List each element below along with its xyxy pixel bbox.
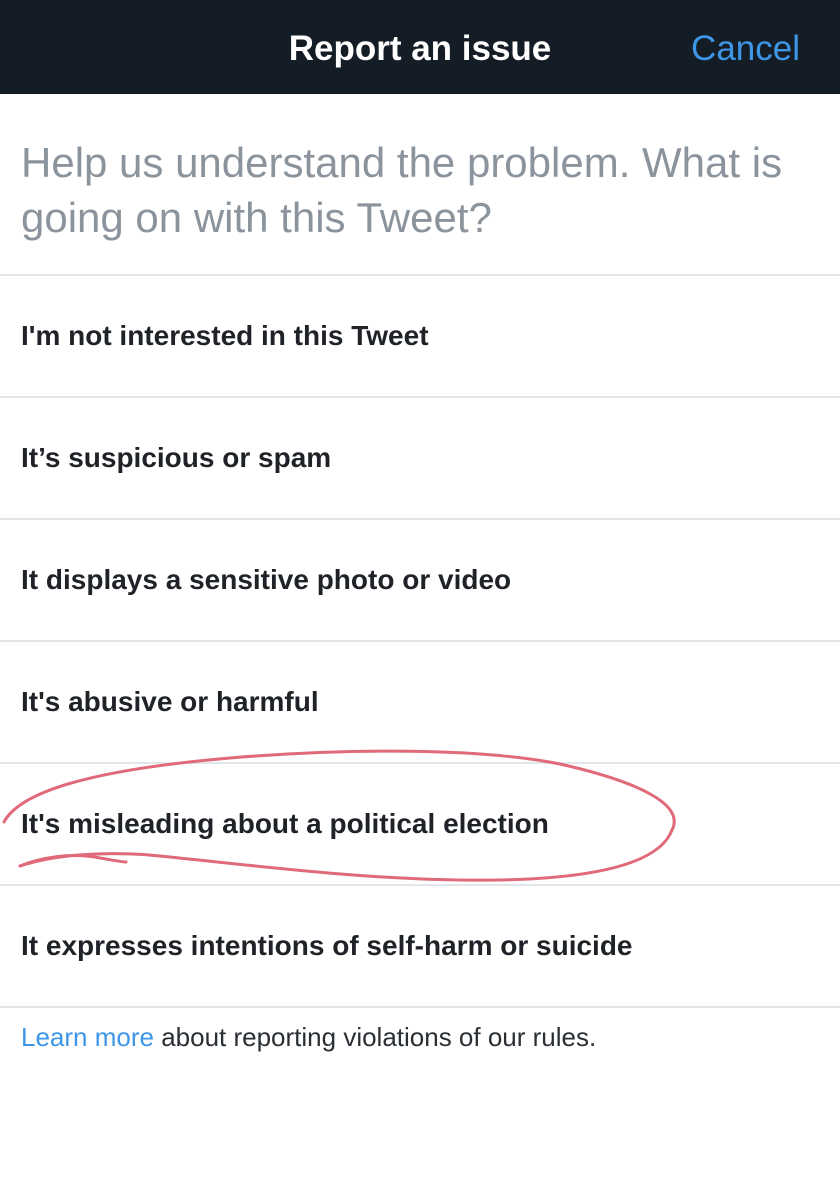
option-label: It displays a sensitive photo or video xyxy=(21,564,512,595)
report-options-list: I'm not interested in this Tweet It’s su… xyxy=(0,274,840,1008)
option-label: It's abusive or harmful xyxy=(21,686,319,717)
report-issue-screen: Report an issue Cancel Help us understan… xyxy=(0,0,840,1200)
option-sensitive-media[interactable]: It displays a sensitive photo or video xyxy=(0,518,840,640)
option-self-harm[interactable]: It expresses intentions of self-harm or … xyxy=(0,884,840,1008)
option-suspicious-spam[interactable]: It’s suspicious or spam xyxy=(0,396,840,518)
option-abusive-harmful[interactable]: It's abusive or harmful xyxy=(0,640,840,762)
option-not-interested[interactable]: I'm not interested in this Tweet xyxy=(0,274,840,396)
footer-note: Learn more about reporting violations of… xyxy=(21,1022,596,1053)
option-label: It’s suspicious or spam xyxy=(21,442,332,473)
cancel-button[interactable]: Cancel xyxy=(691,0,800,94)
option-label: I'm not interested in this Tweet xyxy=(21,320,429,351)
footer-text: about reporting violations of our rules. xyxy=(153,1022,597,1052)
learn-more-link[interactable]: Learn more xyxy=(21,1022,154,1052)
option-label: It's misleading about a political electi… xyxy=(21,808,549,839)
option-misleading-election[interactable]: It's misleading about a political electi… xyxy=(0,762,840,884)
navigation-bar: Report an issue Cancel xyxy=(0,0,840,94)
option-label: It expresses intentions of self-harm or … xyxy=(21,930,633,961)
report-prompt: Help us understand the problem. What is … xyxy=(21,139,783,241)
